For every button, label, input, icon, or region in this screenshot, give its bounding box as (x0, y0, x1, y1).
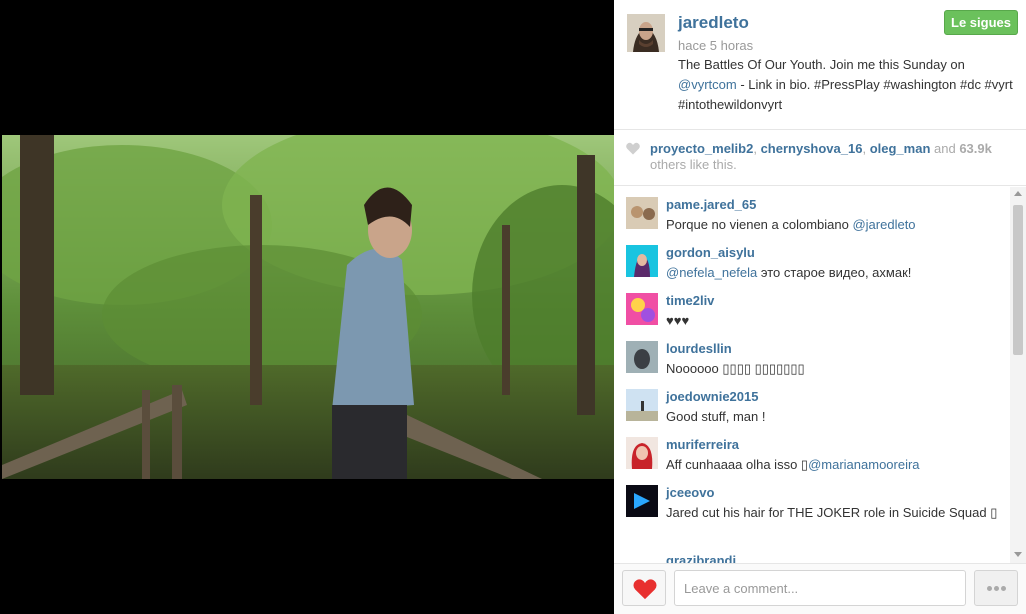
like-button[interactable] (622, 570, 666, 606)
comment-text: @nefela_nefela это старое видео, ахмак! (666, 263, 1012, 283)
caption-text: The Battles Of Our Youth. Join me this S… (678, 57, 965, 72)
comment-mention[interactable]: @nefela_nefela (666, 265, 757, 280)
comment-footer (614, 563, 1026, 614)
comment-item: grazibrandi (614, 553, 1014, 563)
liker-link[interactable]: oleg_man (870, 141, 931, 156)
comment-body: Porque no vienen a colombiano (666, 217, 853, 232)
commenter-username[interactable]: grazibrandi (666, 553, 736, 563)
liker-link[interactable]: chernyshova_16 (761, 141, 863, 156)
commenter-avatar[interactable] (626, 197, 658, 229)
comment-item: lourdesllin Noooooo ▯▯▯▯ ▯▯▯▯▯▯▯ (614, 331, 1014, 379)
post-time[interactable]: hace 5 horas (678, 38, 753, 53)
comment-mention[interactable]: @marianamooreira (808, 457, 919, 472)
comment-item: jceeovo Jared cut his hair for THE JOKER… (614, 475, 1014, 523)
comment-text: Noooooo ▯▯▯▯ ▯▯▯▯▯▯▯ (666, 361, 805, 376)
separator: , (862, 141, 870, 156)
post-detail-panel: jaredleto hace 5 horas Le sigues The Bat… (614, 0, 1026, 614)
likes-and: and (930, 141, 960, 156)
comment-input[interactable] (674, 570, 966, 606)
commenter-username[interactable]: lourdesllin (666, 341, 732, 356)
comment-item: gordon_aisylu @nefela_nefela это старое … (614, 235, 1014, 283)
likes-section: proyecto_melib2, chernyshova_16, oleg_ma… (614, 131, 1026, 186)
comment-item: joedownie2015 Good stuff, man ! (614, 379, 1014, 427)
comment-mention[interactable]: @jaredleto (852, 217, 915, 232)
commenter-avatar[interactable] (626, 293, 658, 325)
author-avatar[interactable] (627, 14, 665, 52)
comment-body: Aff cunhaaaa olha isso ▯ (666, 457, 809, 472)
comment-item: pame.jared_65 Porque no vienen a colombi… (614, 187, 1014, 235)
comment-text: Porque no vienen a colombiano @jaredleto (666, 215, 1012, 235)
comment-text: ♥♥♥ (666, 313, 690, 328)
comment-text: Jared cut his hair for THE JOKER role in… (666, 505, 998, 520)
comment-text: Good stuff, man ! (666, 409, 766, 424)
post-caption: The Battles Of Our Youth. Join me this S… (678, 55, 1018, 115)
scroll-thumb[interactable] (1013, 205, 1023, 355)
commenter-avatar[interactable] (626, 245, 658, 277)
comment-list[interactable]: pame.jared_65 Porque no vienen a colombi… (614, 187, 1018, 563)
red-heart-icon (633, 579, 657, 600)
caption-mention[interactable]: @vyrtcom (678, 77, 737, 92)
liker-link[interactable]: proyecto_melib2 (650, 141, 753, 156)
comment-item: time2liv ♥♥♥ (614, 283, 1014, 331)
likes-count[interactable]: 63.9k (959, 141, 992, 156)
commenter-avatar[interactable] (626, 485, 658, 517)
likes-text: proyecto_melib2, chernyshova_16, oleg_ma… (650, 141, 1010, 173)
post-header: jaredleto hace 5 horas Le sigues The Bat… (614, 0, 1026, 130)
separator: , (753, 141, 761, 156)
comment-text: Aff cunhaaaa olha isso ▯@marianamooreira (666, 455, 1012, 475)
comment-scrollbar[interactable] (1010, 187, 1026, 563)
author-username[interactable]: jaredleto (678, 13, 749, 33)
likes-suffix: others like this. (650, 157, 737, 172)
follow-button[interactable]: Le sigues (944, 10, 1018, 35)
media-area (0, 0, 614, 614)
commenter-avatar[interactable] (626, 437, 658, 469)
commenter-avatar[interactable] (626, 341, 658, 373)
more-options-button[interactable] (974, 570, 1018, 606)
commenter-username[interactable]: pame.jared_65 (666, 197, 756, 212)
post-photo[interactable] (2, 135, 614, 479)
comment-body: это старое видео, ахмак! (757, 265, 912, 280)
commenter-username[interactable]: jceeovo (666, 485, 714, 500)
ellipsis-icon (986, 579, 1007, 594)
forest-image (2, 135, 614, 479)
scroll-up-icon[interactable] (1014, 191, 1022, 196)
commenter-username[interactable]: time2liv (666, 293, 714, 308)
commenter-avatar[interactable] (626, 389, 658, 421)
scroll-down-icon[interactable] (1014, 552, 1022, 557)
comment-item: muriferreira Aff cunhaaaa olha isso ▯@ma… (614, 427, 1014, 475)
heart-icon (626, 142, 640, 155)
commenter-username[interactable]: muriferreira (666, 437, 739, 452)
commenter-username[interactable]: joedownie2015 (666, 389, 758, 404)
commenter-username[interactable]: gordon_aisylu (666, 245, 755, 260)
